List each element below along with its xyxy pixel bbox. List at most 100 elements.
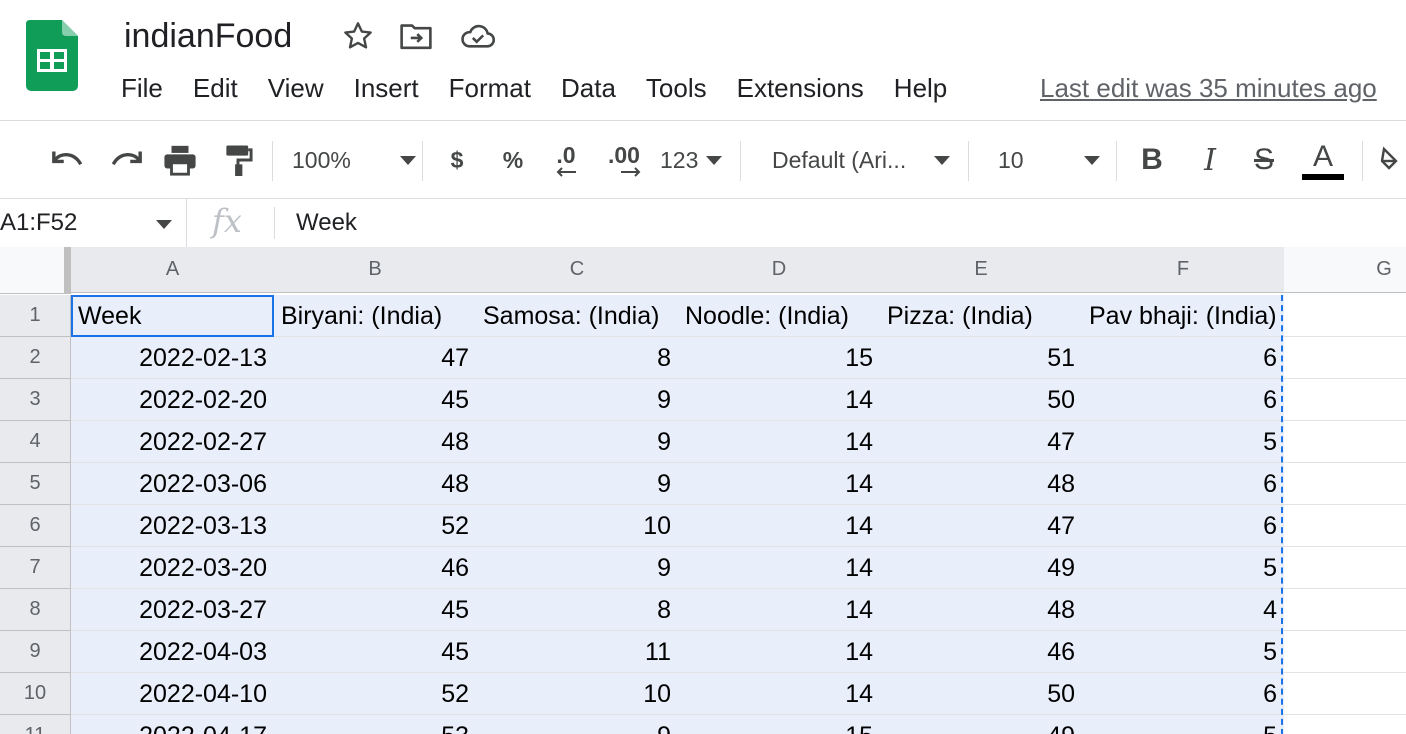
- table-cell[interactable]: 47: [880, 421, 1083, 463]
- column-header-g[interactable]: G: [1284, 247, 1406, 293]
- table-cell[interactable]: 2022-03-27: [71, 589, 275, 631]
- table-cell[interactable]: 48: [274, 421, 477, 463]
- menu-tools[interactable]: Tools: [631, 68, 722, 108]
- table-cell[interactable]: 14: [678, 547, 881, 589]
- header-cell[interactable]: Pav bhaji: (India): [1082, 295, 1285, 337]
- column-header-b[interactable]: B: [274, 247, 477, 293]
- table-cell[interactable]: 4: [1082, 589, 1285, 631]
- table-cell[interactable]: 47: [880, 505, 1083, 547]
- column-header-e[interactable]: E: [880, 247, 1083, 293]
- table-cell[interactable]: 10: [476, 673, 679, 715]
- row-header[interactable]: 7: [0, 547, 71, 589]
- select-all-corner[interactable]: [0, 247, 71, 294]
- strikethrough-button[interactable]: S: [1248, 135, 1280, 185]
- italic-button[interactable]: I: [1194, 135, 1226, 185]
- star-icon[interactable]: [340, 18, 376, 54]
- header-cell[interactable]: Noodle: (India): [678, 295, 881, 337]
- table-cell[interactable]: 14: [678, 379, 881, 421]
- table-cell[interactable]: [1284, 337, 1406, 379]
- table-cell[interactable]: 15: [678, 337, 881, 379]
- table-cell[interactable]: 14: [678, 589, 881, 631]
- table-cell[interactable]: 14: [678, 421, 881, 463]
- table-cell[interactable]: 52: [274, 505, 477, 547]
- row-header[interactable]: 1: [0, 295, 71, 337]
- column-header-f[interactable]: F: [1082, 247, 1285, 293]
- column-header-c[interactable]: C: [476, 247, 679, 293]
- move-folder-icon[interactable]: [398, 18, 434, 54]
- table-cell[interactable]: 6: [1082, 379, 1285, 421]
- header-cell[interactable]: Samosa: (India): [476, 295, 679, 337]
- table-cell[interactable]: 14: [678, 505, 881, 547]
- percent-format-button[interactable]: %: [498, 135, 528, 185]
- table-cell[interactable]: 15: [678, 715, 881, 734]
- row-header[interactable]: 8: [0, 589, 71, 631]
- text-color-button[interactable]: A: [1302, 135, 1344, 185]
- table-cell[interactable]: 8: [476, 337, 679, 379]
- table-cell[interactable]: 9: [476, 421, 679, 463]
- table-cell[interactable]: [1284, 547, 1406, 589]
- document-title[interactable]: indianFood: [124, 14, 292, 58]
- table-cell[interactable]: 9: [476, 379, 679, 421]
- table-cell[interactable]: 2022-04-03: [71, 631, 275, 673]
- menu-extensions[interactable]: Extensions: [722, 68, 879, 108]
- header-cell[interactable]: Pizza: (India): [880, 295, 1083, 337]
- table-cell[interactable]: 8: [476, 589, 679, 631]
- menu-help[interactable]: Help: [879, 68, 962, 108]
- row-header[interactable]: 2: [0, 337, 71, 379]
- table-cell[interactable]: 6: [1082, 505, 1285, 547]
- table-cell[interactable]: 2022-04-17: [71, 715, 275, 734]
- table-cell[interactable]: 5: [1082, 631, 1285, 673]
- table-cell[interactable]: 6: [1082, 337, 1285, 379]
- table-cell[interactable]: [1284, 631, 1406, 673]
- increase-decimal-button[interactable]: .00: [602, 135, 646, 185]
- table-cell[interactable]: 53: [274, 715, 477, 734]
- row-header[interactable]: 11: [0, 715, 71, 734]
- table-cell[interactable]: 45: [274, 631, 477, 673]
- table-cell[interactable]: 2022-04-10: [71, 673, 275, 715]
- menu-data[interactable]: Data: [546, 68, 631, 108]
- table-cell[interactable]: 2022-02-27: [71, 421, 275, 463]
- table-cell[interactable]: 9: [476, 547, 679, 589]
- table-cell[interactable]: 2022-03-06: [71, 463, 275, 505]
- column-header-d[interactable]: D: [678, 247, 881, 293]
- table-cell[interactable]: [1284, 589, 1406, 631]
- table-cell[interactable]: 50: [880, 379, 1083, 421]
- table-cell[interactable]: [1284, 715, 1406, 734]
- cloud-saved-icon[interactable]: [460, 18, 496, 54]
- table-cell[interactable]: 9: [476, 463, 679, 505]
- table-cell[interactable]: 14: [678, 463, 881, 505]
- bold-button[interactable]: B: [1136, 135, 1168, 185]
- header-cell[interactable]: [1284, 295, 1406, 337]
- row-header[interactable]: 4: [0, 421, 71, 463]
- table-cell[interactable]: 14: [678, 673, 881, 715]
- menu-file[interactable]: File: [106, 68, 178, 108]
- table-cell[interactable]: 45: [274, 589, 477, 631]
- row-header[interactable]: 6: [0, 505, 71, 547]
- zoom-select[interactable]: 100%: [292, 135, 416, 185]
- table-cell[interactable]: [1284, 505, 1406, 547]
- menu-insert[interactable]: Insert: [339, 68, 434, 108]
- table-cell[interactable]: [1284, 379, 1406, 421]
- row-header[interactable]: 10: [0, 673, 71, 715]
- table-cell[interactable]: 6: [1082, 463, 1285, 505]
- header-cell[interactable]: Biryani: (India): [274, 295, 477, 337]
- table-cell[interactable]: 9: [476, 715, 679, 734]
- column-header-a[interactable]: A: [71, 247, 275, 293]
- font-family-select[interactable]: Default (Ari...: [772, 135, 950, 185]
- table-cell[interactable]: 5: [1082, 547, 1285, 589]
- table-cell[interactable]: 46: [880, 631, 1083, 673]
- table-cell[interactable]: 51: [880, 337, 1083, 379]
- fill-color-icon[interactable]: [1380, 135, 1406, 185]
- table-cell[interactable]: 5: [1082, 421, 1285, 463]
- table-cell[interactable]: 52: [274, 673, 477, 715]
- name-box[interactable]: A1:F52: [0, 199, 187, 247]
- table-cell[interactable]: 49: [880, 547, 1083, 589]
- table-cell[interactable]: 2022-03-13: [71, 505, 275, 547]
- table-cell[interactable]: 48: [880, 589, 1083, 631]
- menu-edit[interactable]: Edit: [178, 68, 253, 108]
- table-cell[interactable]: 11: [476, 631, 679, 673]
- table-cell[interactable]: 48: [880, 463, 1083, 505]
- row-header[interactable]: 9: [0, 631, 71, 673]
- menu-view[interactable]: View: [253, 68, 339, 108]
- redo-icon[interactable]: [106, 135, 146, 185]
